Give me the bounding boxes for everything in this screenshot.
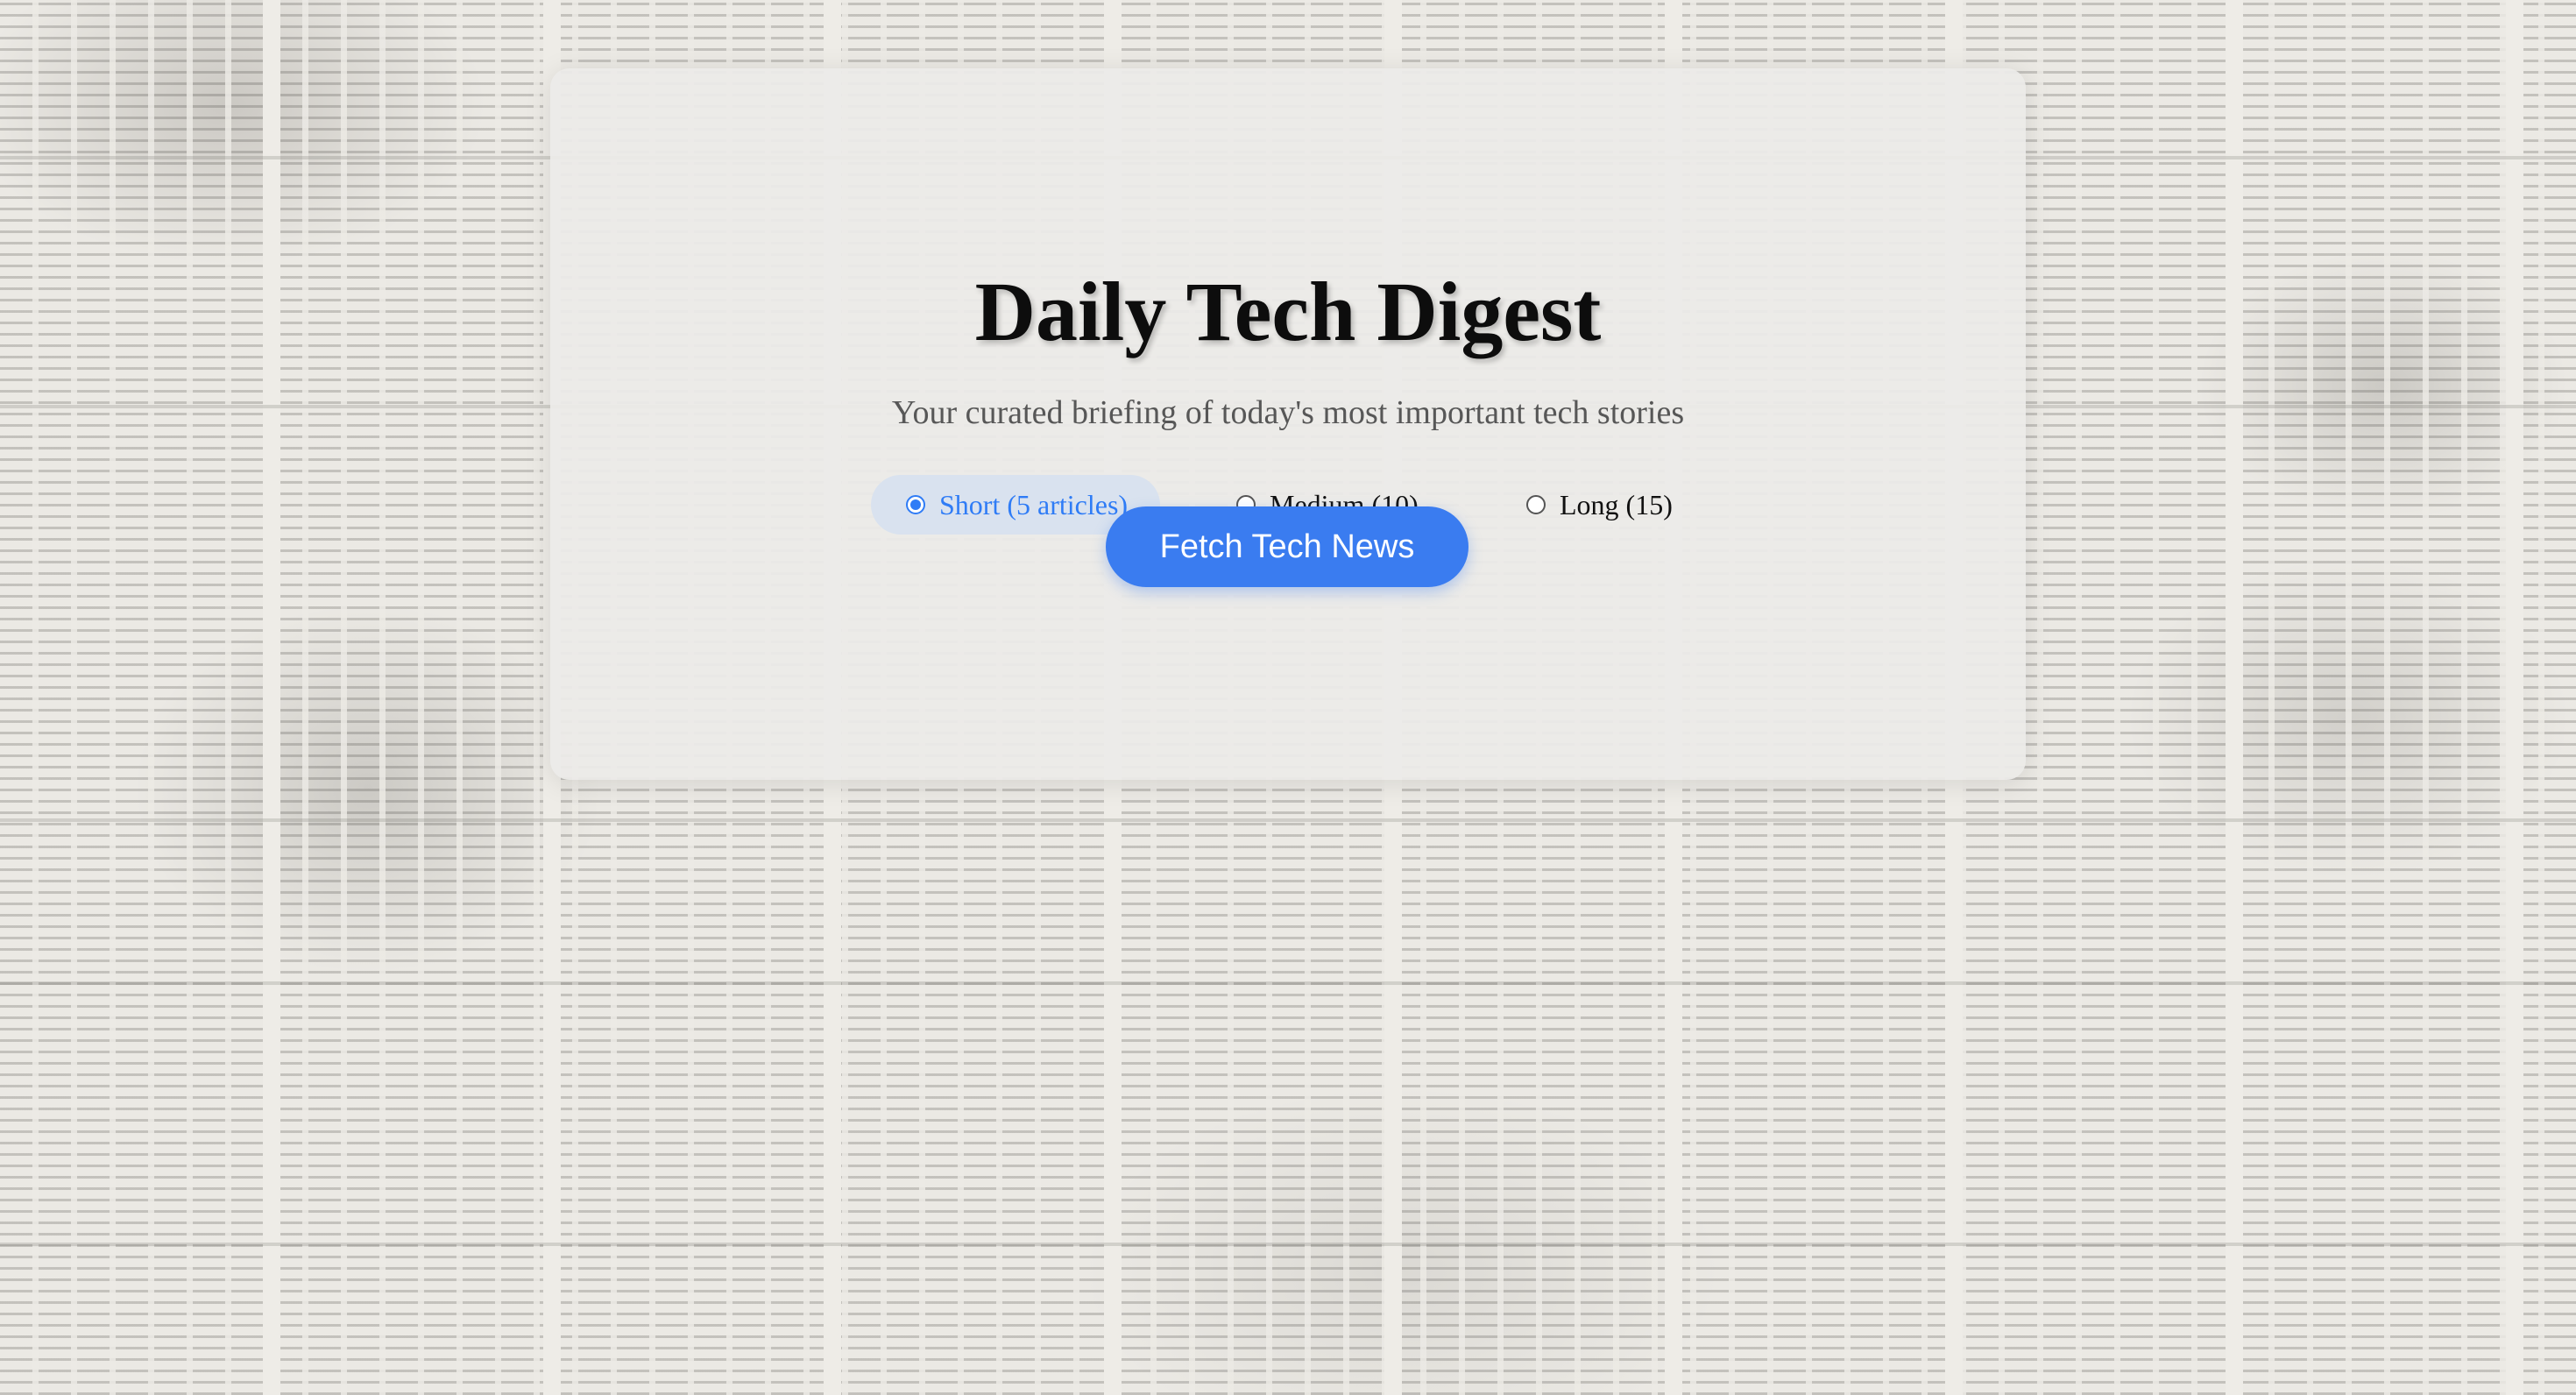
option-short-label: Short (5 articles) bbox=[939, 488, 1129, 520]
fetch-tech-news-button[interactable]: Fetch Tech News bbox=[1106, 506, 1468, 587]
radio-long[interactable] bbox=[1526, 495, 1546, 514]
option-long[interactable]: Long (15) bbox=[1526, 475, 1702, 535]
radio-short[interactable] bbox=[906, 495, 925, 514]
newsprint-rule bbox=[0, 981, 2576, 985]
option-long-label: Long (15) bbox=[1560, 488, 1673, 520]
digest-card: Daily Tech Digest Your curated briefing … bbox=[550, 68, 2026, 780]
page-subtitle: Your curated briefing of today's most im… bbox=[891, 394, 1685, 431]
newsprint-rule bbox=[0, 818, 2576, 822]
page-title: Daily Tech Digest bbox=[974, 265, 1602, 358]
newsprint-rule bbox=[0, 1243, 2576, 1246]
